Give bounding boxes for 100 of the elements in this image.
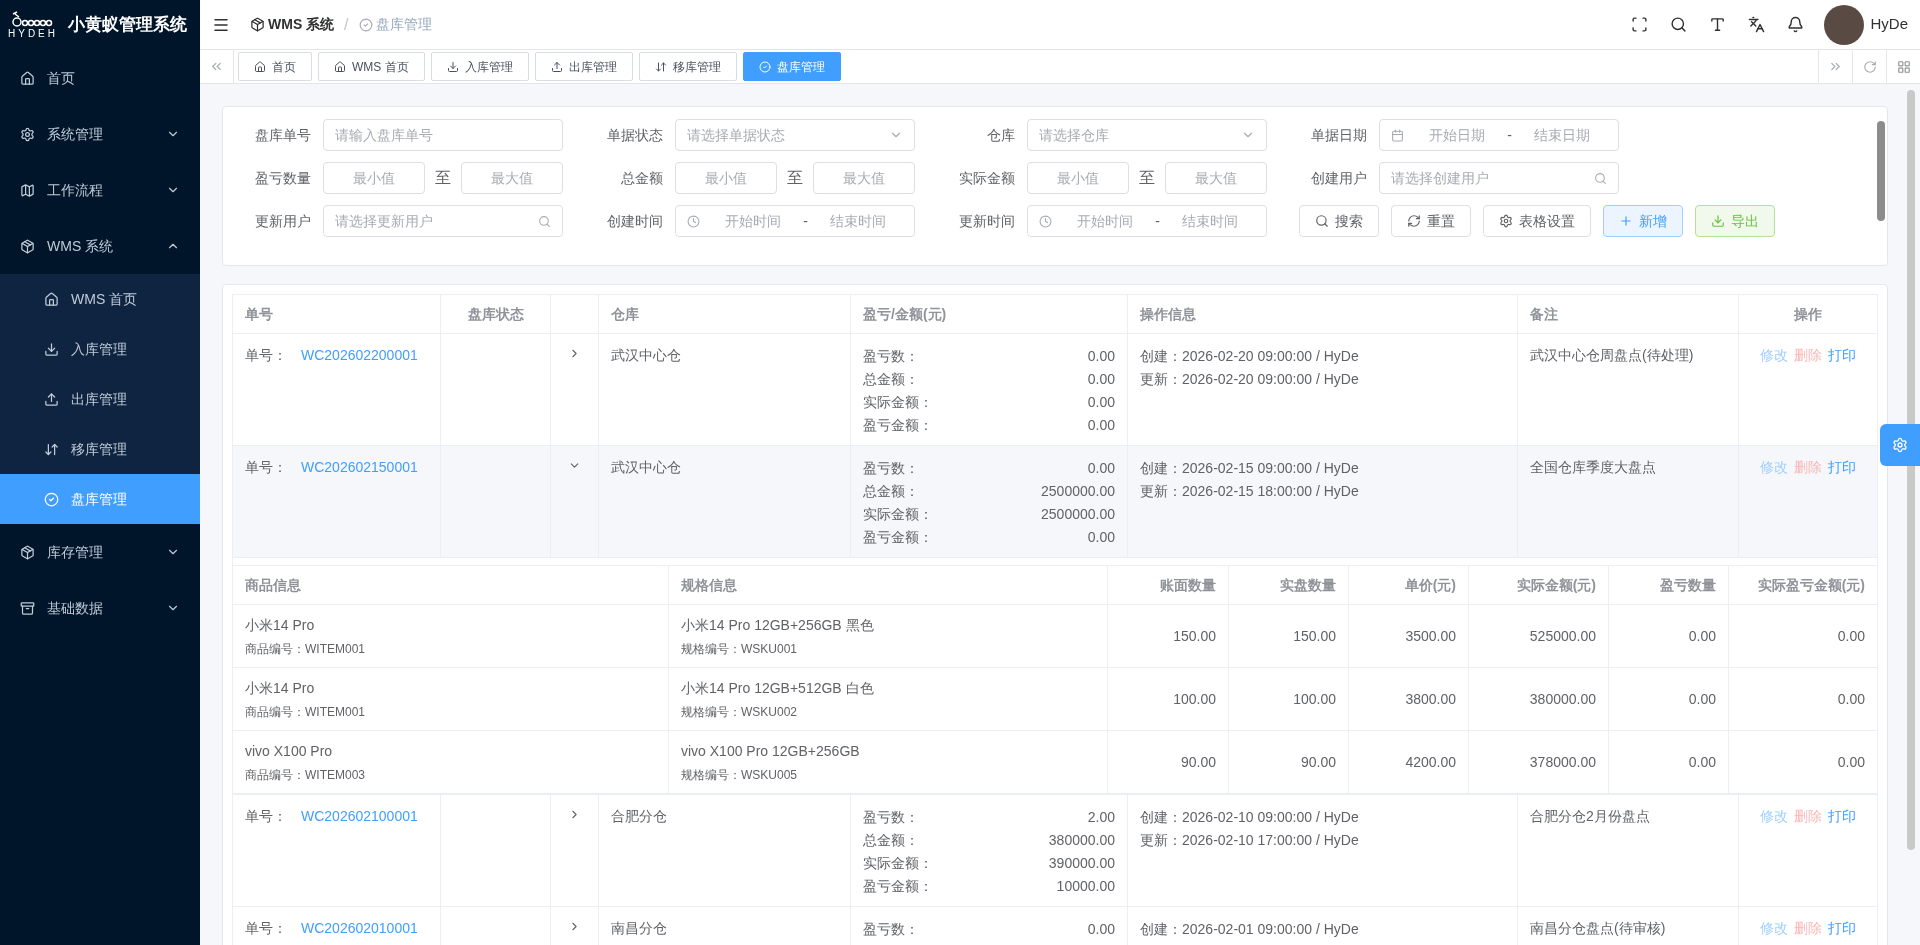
check-circle-icon bbox=[44, 491, 59, 507]
remark-cell: 武汉中心仓周盘点(待处理) bbox=[1530, 347, 1694, 363]
sidebar-item[interactable]: 移库管理 bbox=[0, 424, 200, 474]
input-field[interactable]: 最小值 bbox=[675, 162, 777, 194]
sidebar-item[interactable]: 工作流程 bbox=[0, 162, 200, 218]
stat-label: 盈亏数： bbox=[863, 347, 919, 366]
upload-icon bbox=[44, 391, 59, 407]
row-action-link[interactable]: 打印 bbox=[1828, 345, 1856, 368]
search-field[interactable]: 请选择更新用户 bbox=[323, 205, 563, 237]
spec-code: 规格编号：WSKU002 bbox=[681, 703, 799, 721]
sidebar-item[interactable]: 系统管理 bbox=[0, 106, 200, 162]
search-field[interactable]: 请选择创建用户 bbox=[1379, 162, 1619, 194]
stat-value: 0.00 bbox=[1087, 528, 1115, 547]
product-name: 小米14 Pro bbox=[245, 615, 316, 635]
stat-value: 10000.00 bbox=[1056, 877, 1115, 896]
settings-float-button[interactable] bbox=[1880, 424, 1920, 466]
download-icon bbox=[1711, 214, 1725, 228]
page-tab[interactable]: WMS 首页 bbox=[318, 52, 425, 81]
field-label: 盘库单号 bbox=[254, 125, 312, 145]
stat-value: 2500000.00 bbox=[1041, 505, 1115, 524]
translate-icon[interactable] bbox=[1748, 16, 1766, 33]
sidebar-item[interactable]: 出库管理 bbox=[0, 374, 200, 424]
page-tab[interactable]: 移库管理 bbox=[638, 52, 737, 81]
select-field[interactable]: 请选择单据状态 bbox=[675, 119, 915, 151]
arrows-icon bbox=[654, 60, 667, 73]
bell-icon[interactable] bbox=[1787, 16, 1805, 33]
date-range-field[interactable]: 开始时间 - 结束时间 bbox=[675, 205, 915, 237]
action-button[interactable]: 表格设置 bbox=[1483, 205, 1591, 237]
input-field[interactable]: 最小值 bbox=[323, 162, 425, 194]
input-field[interactable]: 最大值 bbox=[461, 162, 563, 194]
settings-icon bbox=[1892, 437, 1908, 453]
sidebar-item[interactable]: 首页 bbox=[0, 50, 200, 106]
search-icon[interactable] bbox=[1670, 16, 1688, 33]
page-scrollbar[interactable] bbox=[1907, 90, 1915, 850]
sidebar-item[interactable]: 基础数据 bbox=[0, 580, 200, 636]
avatar[interactable] bbox=[1824, 4, 1865, 45]
stat-value: 380000.00 bbox=[1048, 831, 1115, 850]
date-range-field[interactable]: 开始时间 - 结束时间 bbox=[1027, 205, 1267, 237]
input-field[interactable]: 最大值 bbox=[1165, 162, 1267, 194]
order-label: 单号： bbox=[245, 458, 287, 477]
input-field[interactable]: 最小值 bbox=[1027, 162, 1129, 194]
row-action-link[interactable]: 打印 bbox=[1828, 806, 1856, 829]
ant-logo-icon bbox=[11, 11, 55, 29]
action-button[interactable]: 搜索 bbox=[1299, 205, 1379, 237]
row-action-link[interactable]: 打印 bbox=[1828, 918, 1856, 941]
action-button[interactable]: 重置 bbox=[1391, 205, 1471, 237]
arrows-icon bbox=[44, 441, 59, 457]
order-link[interactable]: WC202602150001 bbox=[301, 457, 418, 478]
sidebar-item[interactable]: WMS 首页 bbox=[0, 274, 200, 324]
sidebar-item[interactable]: 盘库管理 bbox=[0, 474, 200, 524]
grid-icon[interactable] bbox=[1896, 59, 1911, 74]
order-link[interactable]: WC202602010001 bbox=[301, 918, 418, 939]
table-cell-text: 380000.00 bbox=[1529, 689, 1596, 709]
order-link[interactable]: WC202602100001 bbox=[301, 806, 418, 827]
order-link[interactable]: WC202602200001 bbox=[301, 345, 418, 366]
field-label: 总金额 bbox=[620, 168, 664, 188]
stat-label: 实际金额： bbox=[863, 505, 933, 524]
page-tab[interactable]: 入库管理 bbox=[430, 52, 529, 81]
plus-icon bbox=[1619, 214, 1633, 228]
input-field[interactable]: 最大值 bbox=[813, 162, 915, 194]
product-code: 商品编号：WITEM003 bbox=[245, 766, 366, 784]
table-cell-text: 0.00 bbox=[1837, 689, 1865, 709]
gear-icon bbox=[20, 126, 35, 142]
upload-icon bbox=[550, 60, 563, 73]
field-label: 单据日期 bbox=[1310, 125, 1368, 145]
download-icon bbox=[446, 60, 459, 73]
spec-name: vivo X100 Pro 12GB+256GB bbox=[681, 741, 861, 761]
table-cell-text: 525000.00 bbox=[1529, 626, 1596, 646]
page-tab[interactable]: 首页 bbox=[238, 52, 312, 81]
input-field[interactable]: 请输入盘库单号 bbox=[323, 119, 563, 151]
stat-value: 2.00 bbox=[1087, 808, 1115, 827]
sidebar-item[interactable]: WMS 系统 bbox=[0, 218, 200, 274]
field-label: 仓库 bbox=[986, 125, 1016, 145]
date-range-field[interactable]: 开始日期 - 结束日期 bbox=[1379, 119, 1619, 151]
check-circle-icon bbox=[758, 60, 771, 73]
action-button[interactable]: 导出 bbox=[1695, 205, 1775, 237]
breadcrumb-item[interactable]: WMS 系统 bbox=[268, 14, 335, 35]
action-button[interactable]: 新增 bbox=[1603, 205, 1683, 237]
select-field[interactable]: 请选择仓库 bbox=[1027, 119, 1267, 151]
operation-info: 更新：2026-02-10 17:00:00 / HyDe bbox=[1140, 831, 1360, 850]
stat-value: 390000.00 bbox=[1048, 854, 1115, 873]
table-cell-text: 90.00 bbox=[1300, 752, 1336, 772]
fullscreen-icon[interactable] bbox=[1631, 16, 1649, 33]
font-size-icon[interactable] bbox=[1709, 16, 1727, 33]
product-code: 商品编号：WITEM001 bbox=[245, 703, 366, 721]
warehouse-cell: 武汉中心仓 bbox=[611, 459, 681, 475]
page-tab[interactable]: 出库管理 bbox=[534, 52, 633, 81]
user-name[interactable]: HyDe bbox=[1870, 13, 1908, 36]
breadcrumb-item[interactable]: 盘库管理 bbox=[375, 14, 432, 35]
home-icon bbox=[334, 60, 346, 73]
page-tab[interactable]: 盘库管理 bbox=[742, 52, 841, 81]
warehouse-cell: 武汉中心仓 bbox=[611, 347, 681, 363]
table-cell-text: 0.00 bbox=[1688, 689, 1716, 709]
row-action-link[interactable]: 打印 bbox=[1828, 457, 1856, 480]
sidebar-item[interactable]: 库存管理 bbox=[0, 524, 200, 580]
stat-label: 盈亏金额： bbox=[863, 528, 933, 547]
search-icon bbox=[1594, 171, 1607, 185]
sidebar-item[interactable]: 入库管理 bbox=[0, 324, 200, 374]
stat-label: 盈亏金额： bbox=[863, 877, 933, 896]
filter-scrollbar[interactable] bbox=[1877, 121, 1885, 221]
